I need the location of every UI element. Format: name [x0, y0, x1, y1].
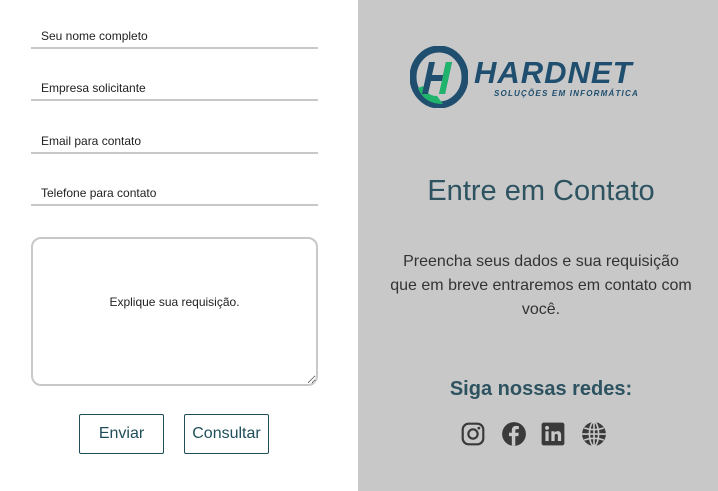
social-title: Siga nossas redes:: [449, 378, 633, 400]
website-link[interactable]: [581, 421, 607, 447]
linkedin-link[interactable]: [540, 421, 566, 447]
instagram-link[interactable]: [460, 421, 486, 447]
logo-wordmark: HARDNET: [474, 55, 633, 90]
globe-icon: [582, 421, 606, 447]
company-field[interactable]: [31, 77, 318, 101]
phone-field[interactable]: [31, 182, 318, 206]
contact-form: Enviar Consultar: [0, 0, 358, 491]
logo-emblem-icon: [410, 46, 468, 108]
logo-tagline: SOLUÇÕES EM INFORMÁTICA: [494, 89, 639, 98]
message-textarea[interactable]: [31, 237, 318, 386]
page-title: Entre em Contato: [427, 175, 655, 207]
email-field[interactable]: [31, 130, 318, 154]
send-button[interactable]: Enviar: [79, 414, 164, 454]
instagram-icon: [461, 422, 485, 446]
social-links: [460, 421, 610, 447]
linkedin-icon: [541, 422, 565, 446]
consult-button[interactable]: Consultar: [184, 414, 269, 454]
contact-page: Enviar Consultar HARDNET SOLUÇÕES EM INF…: [0, 0, 718, 491]
info-panel: HARDNET SOLUÇÕES EM INFORMÁTICA Entre em…: [358, 0, 718, 491]
facebook-link[interactable]: [501, 421, 527, 447]
facebook-icon: [502, 422, 526, 446]
contact-description: Preencha seus dados e sua requisição que…: [390, 253, 692, 318]
name-field[interactable]: [31, 25, 318, 49]
